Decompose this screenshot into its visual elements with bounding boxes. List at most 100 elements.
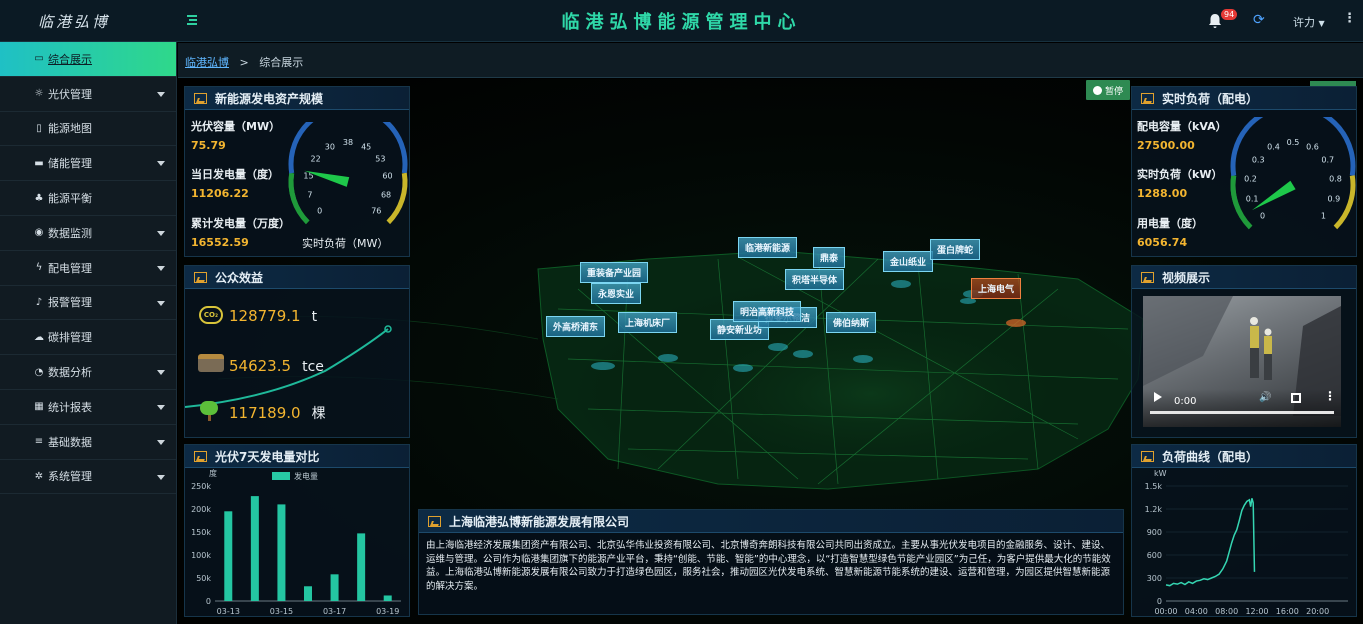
load-gauge: 07152230 38 4553606876 [288, 122, 408, 225]
sidebar-item[interactable]: ♪ 报警管理 [0, 286, 176, 321]
chevron-down-icon [157, 230, 165, 236]
gauge-tick-label: 60 [382, 172, 392, 181]
sidebar-item[interactable]: ✲ 系统管理 [0, 460, 176, 495]
sidebar-item[interactable]: ▯ 能源地图 [0, 112, 176, 147]
sidebar-item[interactable]: ▭ 综合展示 [0, 42, 176, 77]
dist-capacity-label: 配电容量（kVA） [1137, 120, 1227, 133]
line-x-tick: 16:00 [1276, 607, 1299, 616]
notification-badge: 94 [1221, 9, 1238, 20]
gauge-tick-label: 7 [307, 190, 312, 199]
sidebar-item[interactable]: ☼ 光伏管理 [0, 77, 176, 112]
bar-y-tick: 200k [191, 505, 211, 514]
consumption-label: 用电量（度） [1137, 217, 1203, 230]
map-site-label[interactable]: 上海电气 [971, 278, 1022, 299]
sidebar-item-label: 报警管理 [48, 296, 92, 310]
sidebar-item[interactable]: ◔ 数据分析 [0, 355, 176, 390]
sidebar-item-label: 系统管理 [48, 470, 92, 484]
bar-legend-swatch [272, 472, 290, 480]
gauge-tick-label: 0.3 [1252, 156, 1265, 165]
sidebar-item[interactable]: ≡ 基础数据 [0, 425, 176, 460]
coal-unit: tce [302, 359, 324, 375]
volume-icon[interactable]: 🔊 [1259, 392, 1271, 403]
sidebar-item[interactable]: ▦ 统计报表 [0, 390, 176, 425]
sidebar-item-label: 综合展示 [48, 52, 92, 66]
more-vertical-icon[interactable]: ⋮ [1343, 11, 1356, 26]
daily-generation-label: 当日发电量（度） [191, 168, 279, 181]
gauge-tick-label: 0 [1260, 211, 1265, 220]
bar [330, 574, 339, 601]
bar-y-tick: 250k [191, 482, 211, 491]
chart-icon [194, 450, 207, 462]
breadcrumb-separator: > [239, 56, 249, 69]
co2-icon: CO₂ [199, 306, 223, 324]
chart-icon [1141, 450, 1154, 462]
sidebar-item[interactable]: ♣ 能源平衡 [0, 181, 176, 216]
line-y-tick: 1.2k [1145, 505, 1163, 514]
refresh-icon[interactable]: ⟳ [1253, 12, 1267, 28]
sidebar-item[interactable]: ϟ 配电管理 [0, 251, 176, 286]
chevron-down-icon [157, 161, 165, 167]
benefit-panel: 公众效益 CO₂ 128779.1 t 54623.5 tce 117189.0… [184, 265, 410, 438]
user-menu[interactable]: 许力 ▼ [1293, 14, 1325, 30]
map-site-label[interactable]: 积塔半导体 [785, 269, 845, 290]
video-player[interactable]: 0:00 🔊 ⋮ [1143, 296, 1341, 427]
table-icon: ▦ [34, 401, 44, 413]
map-site-label[interactable]: 永恩实业 [591, 283, 642, 304]
coal-icon [198, 354, 224, 372]
chart-icon [1141, 271, 1154, 283]
company-panel: 上海临港弘博新能源发展有限公司 由上海临港经济发展集团资产有限公司、北京弘华伟业… [418, 509, 1124, 615]
sidebar-item-label: 碳排管理 [48, 331, 92, 345]
map-site-label[interactable]: 鼎泰 [813, 247, 846, 268]
sidebar-item[interactable]: ◉ 数据监测 [0, 216, 176, 251]
sun-icon: ☼ [34, 88, 44, 100]
gauge-tick-label: 1 [1321, 211, 1326, 220]
load-ratio-gauge: 00.1 0.2 0.30.4 0.5 0.60.7 0.8 0.91 [1230, 117, 1356, 230]
chart-icon [428, 515, 441, 527]
chevron-down-icon [157, 439, 165, 445]
map-site-label[interactable]: 金山纸业 [883, 251, 934, 272]
dist-capacity-value: 27500.00 [1137, 139, 1195, 152]
gear-icon: ✲ [34, 470, 44, 482]
map-site-label[interactable]: 明治高新科技 [733, 301, 802, 322]
line-y-tick: 600 [1147, 551, 1162, 560]
sidebar-item-label: 数据分析 [48, 366, 92, 380]
sidebar-item[interactable]: ☁ 碳排管理 [0, 320, 176, 356]
gauge-tick-label: 30 [325, 142, 335, 151]
tree-equivalent: 117189.0 棵 [229, 403, 326, 423]
page-title: 临港弘博能源管理中心 [561, 12, 802, 33]
gauge-tick-label: 0.7 [1321, 156, 1334, 165]
video-panel-title: 视频展示 [1162, 270, 1211, 285]
progress-bar[interactable] [1150, 411, 1334, 414]
video-panel-header: 视频展示 [1132, 266, 1356, 289]
gauge-tick-label: 0.6 [1306, 143, 1319, 152]
load-curve-header: 负荷曲线（配电） [1132, 445, 1356, 468]
load-curve-title: 负荷曲线（配电） [1162, 449, 1259, 464]
map-site-label[interactable]: 临港新能源 [738, 237, 798, 258]
username: 许力 [1293, 16, 1315, 29]
map-site-label[interactable]: 重装备产业园 [580, 262, 649, 283]
map-site-label[interactable]: 蛋白牌蛇 [930, 239, 981, 260]
pause-button[interactable]: 暂停 [1086, 80, 1130, 100]
tree-icon [200, 401, 220, 421]
sidebar-item-label: 数据监测 [48, 226, 92, 240]
map-site-label[interactable]: 上海机床厂 [618, 312, 678, 333]
map-site-label[interactable]: 外高桥浦东 [546, 316, 606, 337]
bar [357, 533, 366, 601]
fullscreen-icon[interactable] [1291, 393, 1301, 403]
breadcrumb-home-link[interactable]: 临港弘博 [185, 56, 229, 69]
play-icon[interactable] [1154, 392, 1162, 402]
video-more-icon[interactable]: ⋮ [1324, 389, 1336, 403]
gauge-tick-label: 0.9 [1328, 194, 1341, 203]
gauge-tick-label: 76 [371, 206, 381, 215]
pie-icon: ◔ [34, 366, 44, 378]
bolt-icon: ϟ [35, 262, 43, 274]
top-header: 临港弘博 临港弘博能源管理中心 94 ⟳ 许力 ▼ ⋮ [0, 0, 1363, 42]
sidebar-item-label: 配电管理 [48, 261, 92, 275]
sidebar-item-label: 储能管理 [48, 157, 92, 171]
map-site-label[interactable]: 佛伯纳斯 [826, 312, 877, 333]
sitemap-icon: ♣ [34, 192, 44, 204]
caret-down-icon: ▼ [1318, 19, 1325, 28]
pv-capacity-label: 光伏容量（MW） [191, 120, 281, 133]
sidebar-item[interactable]: ▬ 储能管理 [0, 146, 176, 182]
line-y-unit: kW [1154, 469, 1167, 478]
